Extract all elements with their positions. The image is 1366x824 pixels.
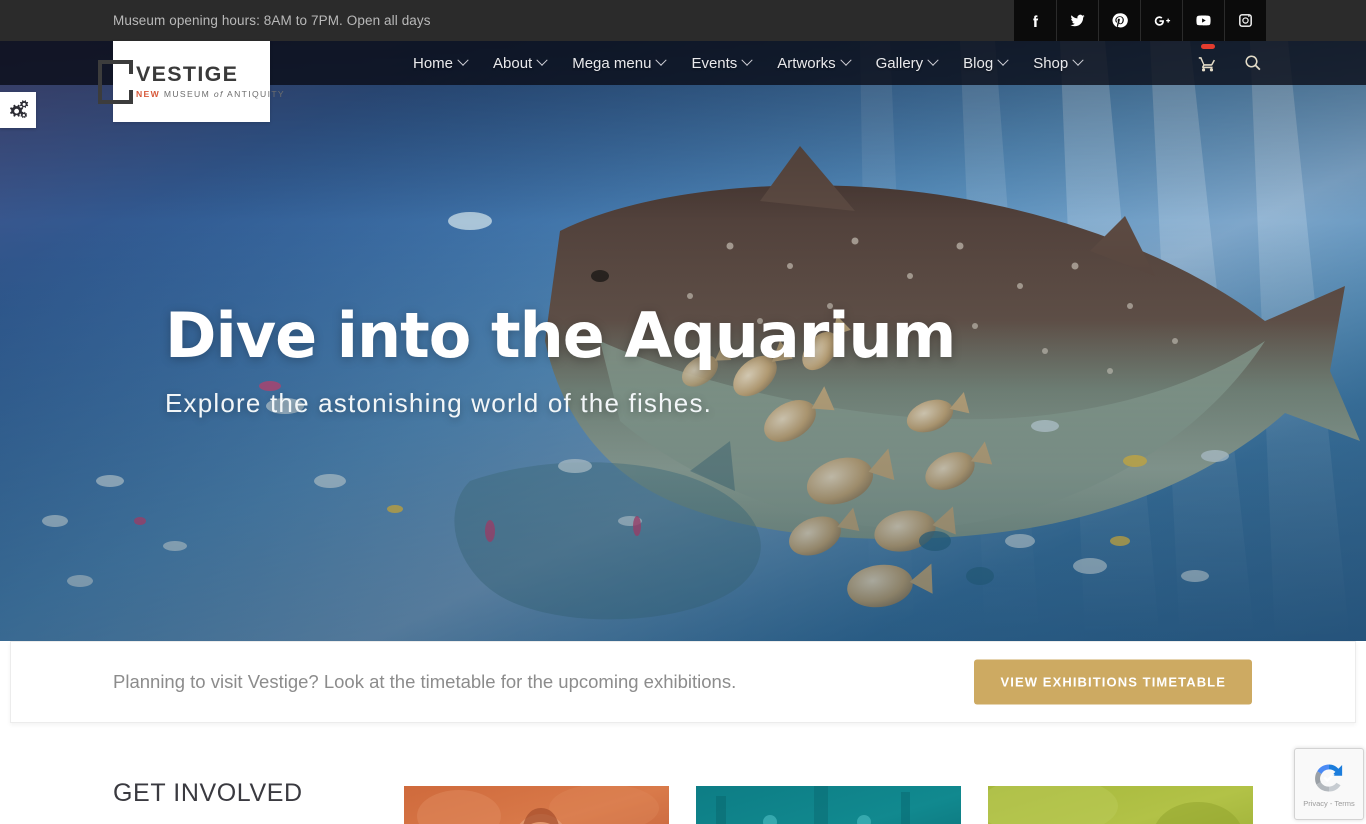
- logo-tagline-new: NEW: [135, 89, 161, 100]
- logo-text-group: VESTIGE NEW MUSEUM of ANTIQUITY: [135, 61, 285, 99]
- nav-item-mega-menu[interactable]: Mega menu: [559, 41, 678, 85]
- gears-icon: [10, 100, 29, 119]
- nav-item-gallery[interactable]: Gallery: [863, 41, 951, 85]
- facebook-icon[interactable]: [1014, 0, 1056, 41]
- recaptcha-icon: [1315, 764, 1343, 792]
- chevron-down-icon: [536, 54, 548, 66]
- nav-item-label: Shop: [1033, 54, 1069, 72]
- nav-item-about[interactable]: About: [480, 41, 559, 85]
- logo-wordmark: VESTIGE: [135, 61, 239, 86]
- involved-card-orange[interactable]: [404, 786, 669, 824]
- cta-band: Planning to visit Vestige? Look at the t…: [10, 641, 1356, 723]
- hero-title: Dive into the Aquarium: [165, 299, 956, 372]
- card-image-orange: [404, 786, 669, 824]
- chevron-down-icon: [457, 54, 469, 66]
- pinterest-icon[interactable]: [1098, 0, 1140, 41]
- logo-inner: VESTIGE NEW MUSEUM of ANTIQUITY: [97, 59, 285, 104]
- settings-panel-toggle[interactable]: [0, 92, 36, 128]
- nav-item-artworks[interactable]: Artworks: [764, 41, 862, 85]
- cta-text: Planning to visit Vestige? Look at the t…: [113, 671, 737, 692]
- youtube-icon[interactable]: [1182, 0, 1224, 41]
- nav-item-shop[interactable]: Shop: [1020, 41, 1095, 85]
- logo-tagline-museum: MUSEUM: [160, 89, 211, 100]
- recaptcha-terms-text: Privacy - Terms: [1303, 799, 1355, 808]
- nav-item-label: Home: [413, 54, 454, 72]
- nav-item-home[interactable]: Home: [400, 41, 480, 85]
- cart-icon: [1198, 56, 1216, 71]
- logo-bracket-icon: [97, 59, 133, 104]
- nav-item-label: Artworks: [777, 54, 836, 72]
- get-involved-cards: [404, 786, 1253, 824]
- cart-count-badge: [1200, 44, 1215, 49]
- hero-banner: Dive into the Aquarium Explore the aston…: [0, 41, 1366, 641]
- nav-utility-icons: [1185, 41, 1275, 85]
- chevron-down-icon: [997, 54, 1009, 66]
- instagram-icon[interactable]: [1224, 0, 1266, 41]
- get-involved-heading: GET INVOLVED: [113, 779, 303, 807]
- logo-tagline: NEW MUSEUM of ANTIQUITY: [136, 89, 285, 99]
- card-image-teal: [696, 786, 961, 824]
- social-links: [1014, 0, 1266, 41]
- chevron-down-icon: [839, 54, 852, 66]
- nav-item-label: About: [493, 54, 533, 72]
- nav-item-blog[interactable]: Blog: [950, 41, 1020, 85]
- cart-button[interactable]: [1185, 41, 1230, 85]
- involved-card-olive[interactable]: [988, 786, 1253, 824]
- nav-item-label: Events: [691, 54, 738, 72]
- opening-hours-text: Museum opening hours: 8AM to 7PM. Open a…: [113, 13, 431, 28]
- search-button[interactable]: [1230, 41, 1275, 85]
- nav-item-label: Blog: [963, 54, 994, 72]
- view-exhibitions-timetable-button[interactable]: VIEW EXHIBITIONS TIMETABLE: [974, 659, 1252, 705]
- top-bar: Museum opening hours: 8AM to 7PM. Open a…: [0, 0, 1366, 41]
- nav-item-label: Mega menu: [572, 54, 652, 72]
- hero-text-block: Dive into the Aquarium Explore the aston…: [165, 299, 956, 419]
- chevron-down-icon: [655, 54, 668, 66]
- chevron-down-icon: [741, 54, 753, 66]
- card-image-olive: [988, 786, 1253, 824]
- logo-tagline-antiquity: ANTIQUITY: [227, 89, 286, 100]
- chevron-down-icon: [1072, 54, 1084, 66]
- involved-card-teal[interactable]: [696, 786, 961, 824]
- hero-subtitle: Explore the astonishing world of the fis…: [165, 388, 713, 419]
- nav-item-events[interactable]: Events: [678, 41, 764, 85]
- twitter-icon[interactable]: [1056, 0, 1098, 41]
- recaptcha-badge[interactable]: Privacy - Terms: [1294, 748, 1364, 820]
- chevron-down-icon: [927, 54, 939, 66]
- search-icon: [1244, 55, 1260, 71]
- logo-tagline-of: of: [213, 89, 224, 100]
- nav-item-label: Gallery: [875, 54, 924, 72]
- site-logo[interactable]: VESTIGE NEW MUSEUM of ANTIQUITY: [97, 41, 284, 122]
- google-plus-icon[interactable]: [1140, 0, 1182, 41]
- nav-menu-list: Home About Mega menu Events Artworks Gal…: [400, 41, 1095, 85]
